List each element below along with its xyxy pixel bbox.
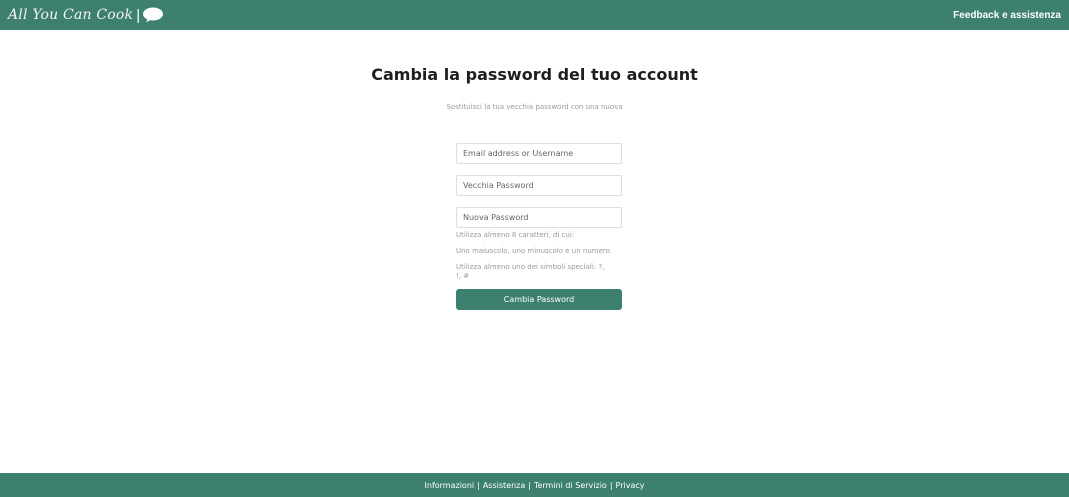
footer-separator: | — [609, 480, 613, 490]
change-password-form: Utilizza almeno 8 caratteri, di cui: Uno… — [456, 143, 622, 310]
top-bar: All You Can Cook | Feedback e assistenza — [0, 0, 1069, 30]
footer-link-assistenza[interactable]: Assistenza — [483, 481, 525, 490]
feedback-link[interactable]: Feedback e assistenza — [953, 10, 1061, 21]
change-password-button[interactable]: Cambia Password — [456, 289, 622, 310]
old-password-input[interactable] — [456, 175, 622, 196]
brand-name: All You Can Cook — [8, 7, 134, 23]
brand-separator: | — [136, 6, 141, 24]
password-hint-case: Uno maiuscolo, uno minuscolo e un numero… — [456, 247, 612, 255]
footer-bar: Informazioni | Assistenza | Termini di S… — [0, 473, 1069, 497]
chat-bubble-icon — [142, 7, 164, 23]
password-hint-symbols: Utilizza almeno uno dei simboli speciali… — [456, 263, 605, 280]
password-hint-length: Utilizza almeno 8 caratteri, di cui: — [456, 231, 575, 239]
page-title: Cambia la password del tuo account — [371, 65, 698, 84]
footer-link-informazioni[interactable]: Informazioni — [425, 481, 475, 490]
brand-logo[interactable]: All You Can Cook | — [8, 7, 164, 24]
username-email-input[interactable] — [456, 143, 622, 164]
footer-link-termini[interactable]: Termini di Servizio — [534, 481, 607, 490]
footer-separator: | — [528, 480, 531, 490]
footer-link-privacy[interactable]: Privacy — [616, 481, 645, 490]
page-subtitle: Sostituisci la tua vecchia password con … — [446, 103, 623, 111]
footer-separator: | — [477, 480, 480, 490]
new-password-input[interactable] — [456, 207, 622, 228]
main-content: Cambia la password del tuo account Sosti… — [0, 30, 1069, 473]
